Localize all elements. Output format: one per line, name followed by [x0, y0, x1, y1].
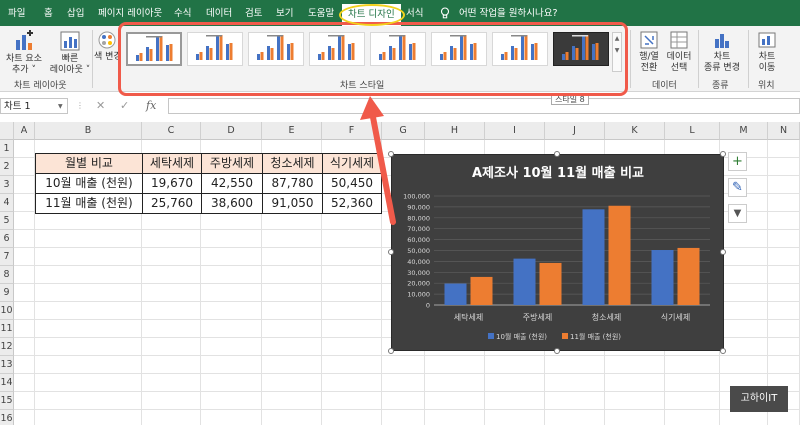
arrow-shaft [369, 109, 396, 225]
watermark-logo: 고하이IT [730, 386, 788, 412]
annotation-arrow [360, 96, 396, 225]
arrow-head [360, 96, 384, 120]
